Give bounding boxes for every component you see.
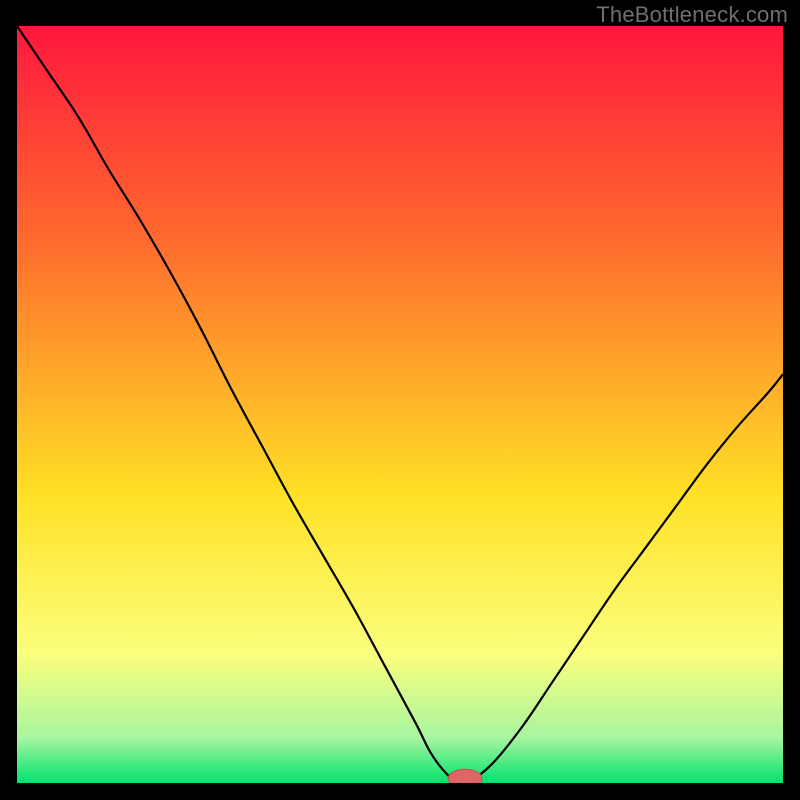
chart-container: TheBottleneck.com (0, 0, 800, 800)
chart-svg (17, 26, 783, 783)
gradient-background (17, 26, 783, 783)
plot-area (17, 26, 783, 783)
watermark-text: TheBottleneck.com (596, 2, 788, 28)
optimal-point-marker (448, 769, 482, 783)
